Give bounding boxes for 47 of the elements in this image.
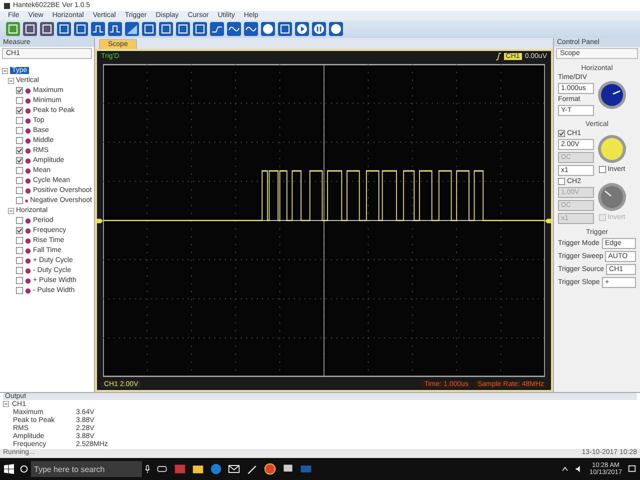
square-wave-icon[interactable] [91, 22, 105, 36]
search-icon [20, 465, 28, 473]
expand-toggle-icon[interactable] [3, 401, 9, 407]
checkbox[interactable] [16, 187, 23, 194]
checkbox[interactable] [598, 166, 606, 172]
checkbox[interactable] [16, 227, 23, 234]
rising-edge-icon [496, 52, 501, 61]
channel-marker-icon [97, 218, 103, 224]
checkbox[interactable] [16, 237, 23, 244]
checkbox[interactable] [558, 130, 565, 137]
rising-icon[interactable] [210, 22, 224, 36]
checkbox[interactable] [16, 257, 23, 264]
expand-toggle-icon[interactable] [2, 68, 8, 74]
checkbox[interactable] [16, 277, 23, 284]
checkbox[interactable] [16, 87, 23, 94]
checkbox[interactable] [16, 197, 23, 204]
checkbox[interactable] [16, 107, 23, 114]
microphone-icon[interactable] [145, 465, 150, 473]
app-icon [4, 2, 10, 8]
checkbox[interactable] [16, 247, 23, 254]
task-view-icon[interactable] [156, 463, 168, 475]
checkbox[interactable] [558, 178, 565, 185]
trigger-marker-icon [545, 218, 551, 224]
search-field[interactable]: Type here to search [31, 461, 142, 477]
knob-icon[interactable] [597, 80, 627, 110]
mail-icon[interactable] [228, 463, 240, 475]
checkbox[interactable] [16, 127, 23, 134]
square-wave-icon[interactable] [108, 22, 122, 36]
expand-toggle-icon[interactable] [8, 78, 14, 84]
sine-icon[interactable] [244, 22, 258, 36]
checkbox[interactable] [16, 217, 23, 224]
checkbox[interactable] [16, 157, 23, 164]
expand-toggle-icon[interactable] [8, 208, 14, 214]
play-icon[interactable] [295, 22, 309, 36]
checkbox[interactable] [16, 267, 23, 274]
checkbox[interactable] [16, 137, 23, 144]
wave-icon[interactable] [227, 22, 241, 36]
pause-icon[interactable] [312, 22, 326, 36]
caret-icon[interactable] [561, 465, 570, 473]
checkbox[interactable] [16, 287, 23, 294]
checkbox[interactable] [16, 147, 23, 154]
checkbox[interactable] [16, 177, 23, 184]
checkbox[interactable] [16, 117, 23, 124]
ramp-icon[interactable] [125, 22, 139, 36]
checkbox[interactable] [16, 97, 23, 104]
checkbox[interactable] [16, 167, 23, 174]
windows-logo-icon[interactable] [4, 464, 14, 474]
